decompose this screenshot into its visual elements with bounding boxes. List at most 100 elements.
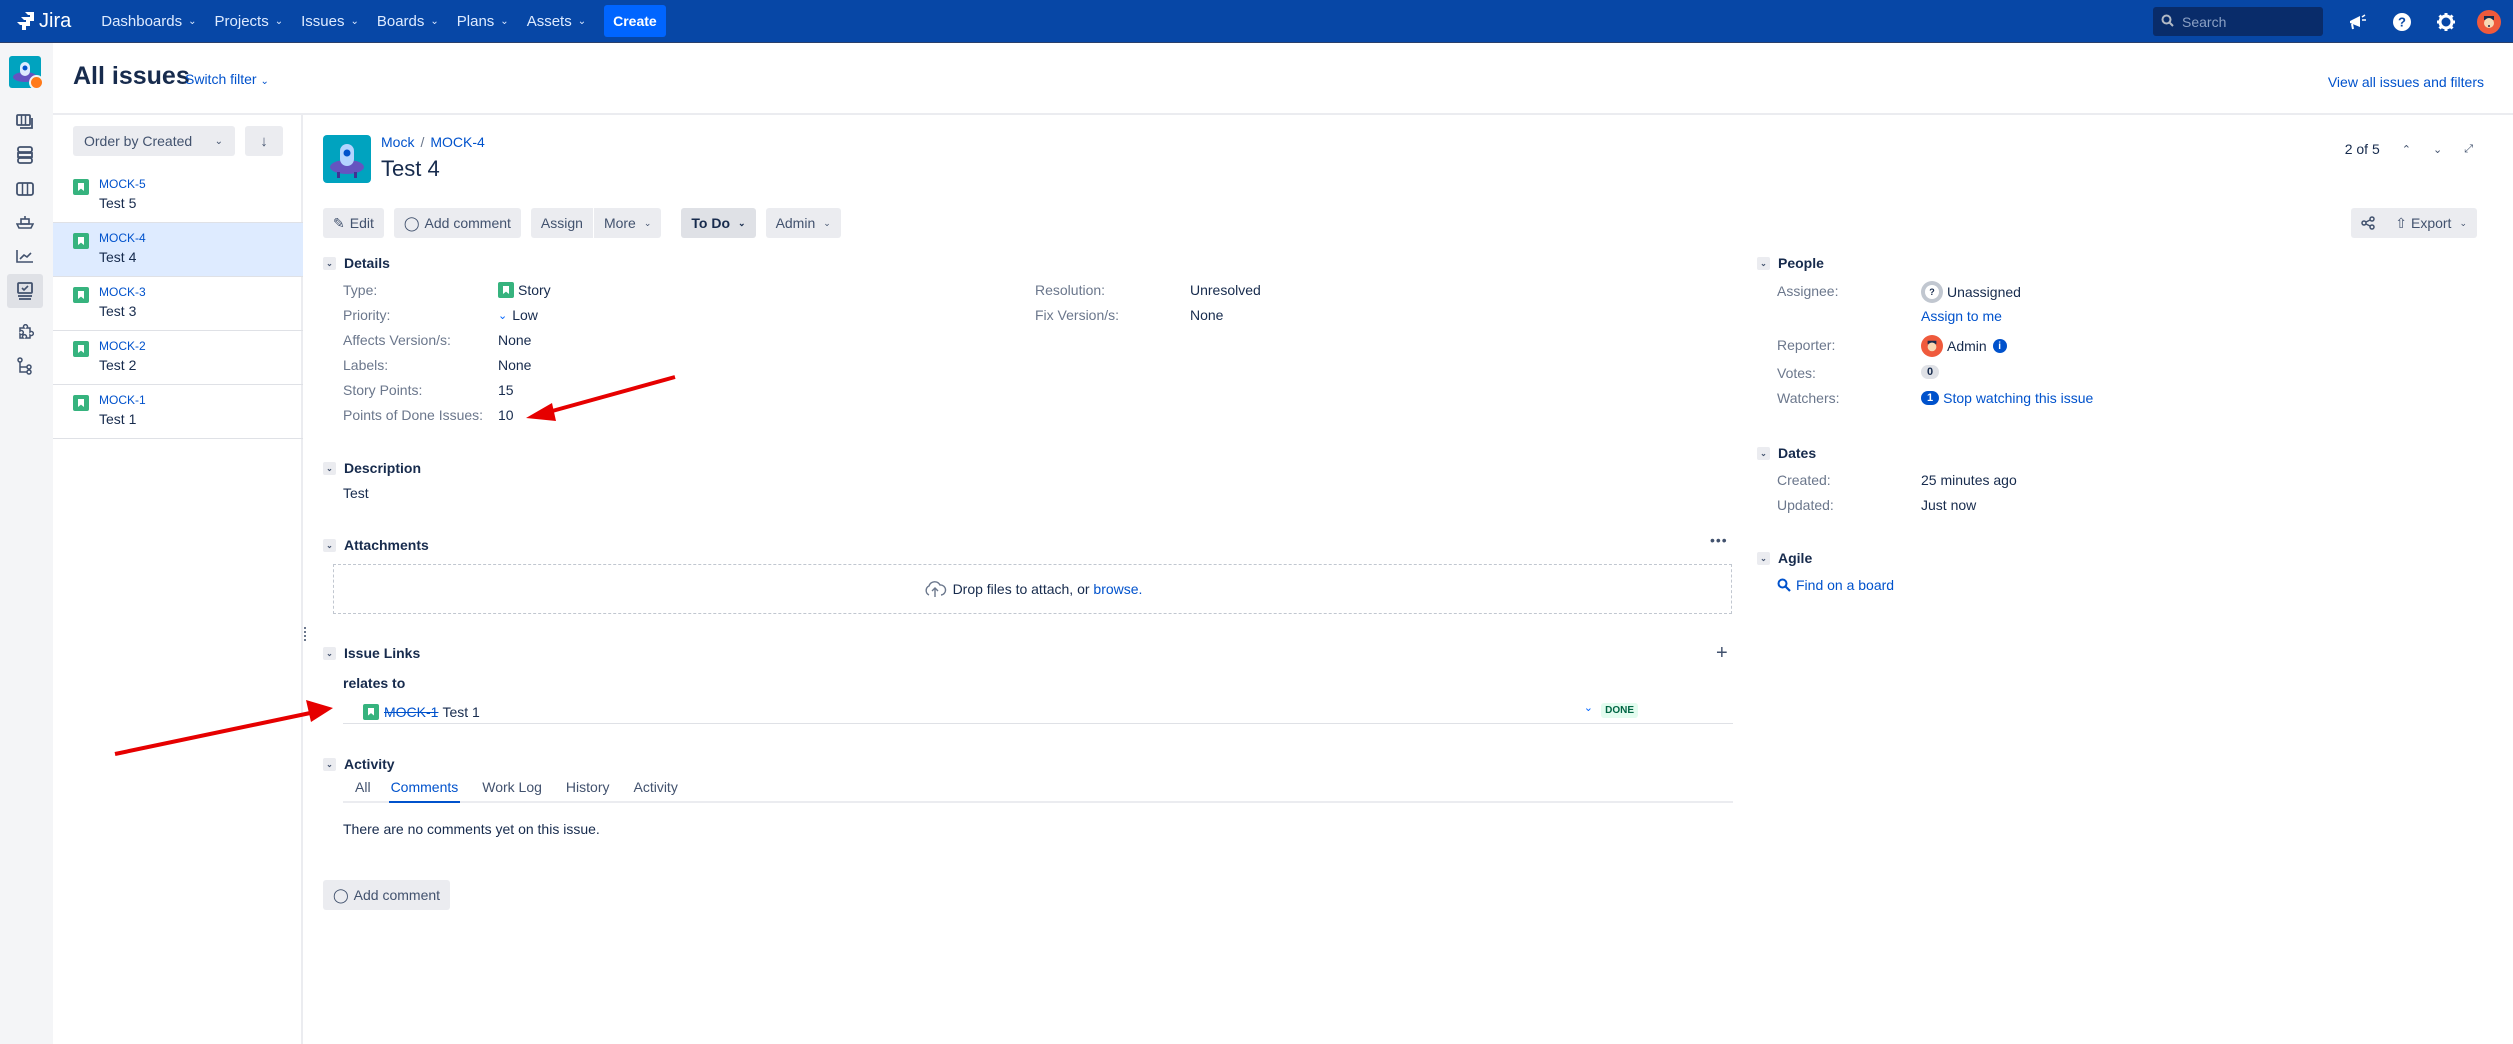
description-text[interactable]: Test bbox=[343, 485, 369, 501]
chevron-down-icon: ⌄ bbox=[323, 461, 336, 475]
field-assignee[interactable]: ? Unassigned bbox=[1921, 281, 2021, 303]
nav-boards[interactable]: Boards ⌄ bbox=[377, 13, 439, 30]
previous-issue-icon[interactable]: ⌃ bbox=[2402, 143, 2411, 156]
nav-issues[interactable]: Issues ⌄ bbox=[301, 13, 359, 30]
chevron-down-icon: ⌄ bbox=[260, 76, 269, 87]
code-icon[interactable] bbox=[10, 351, 40, 381]
export-button[interactable]: ⇧ Export ⌄ bbox=[2385, 208, 2477, 238]
issues-icon[interactable] bbox=[7, 274, 43, 308]
field-watchers[interactable]: 1 Stop watching this issue bbox=[1921, 390, 2093, 406]
field-reporter[interactable]: Admin i bbox=[1921, 335, 2007, 357]
field-story-points[interactable]: 15 bbox=[498, 382, 514, 398]
attachments-section-toggle[interactable]: ⌄ Attachments bbox=[323, 537, 429, 553]
tab-history[interactable]: History bbox=[564, 779, 612, 803]
browse-link[interactable]: browse. bbox=[1093, 581, 1142, 597]
field-votes[interactable]: 0 bbox=[1921, 365, 1940, 379]
notifications-icon[interactable] bbox=[2345, 9, 2371, 35]
more-button[interactable]: More ⌄ bbox=[593, 208, 662, 238]
linked-issue-key[interactable]: MOCK-1 bbox=[384, 704, 438, 720]
field-fix-version: None bbox=[1190, 307, 1224, 323]
field-labels[interactable]: None bbox=[498, 357, 531, 373]
linked-issue-row[interactable]: MOCK-1 Test 1 ⌄ DONE bbox=[343, 700, 1733, 724]
story-icon bbox=[73, 179, 89, 195]
breadcrumb-issue-link[interactable]: MOCK-4 bbox=[430, 134, 484, 150]
issue-list-item[interactable]: MOCK-2 Test 2 bbox=[53, 331, 303, 385]
tab-comments[interactable]: Comments bbox=[388, 779, 461, 803]
details-section-toggle[interactable]: ⌄ Details bbox=[323, 255, 390, 271]
description-section-toggle[interactable]: ⌄ Description bbox=[323, 460, 421, 476]
field-label: Labels: bbox=[343, 357, 389, 373]
agile-section-toggle[interactable]: ⌄ Agile bbox=[1757, 550, 1812, 566]
expand-icon[interactable]: ⤢ bbox=[2464, 143, 2473, 156]
issue-links-section-toggle[interactable]: ⌄ Issue Links bbox=[323, 645, 420, 661]
edit-button[interactable]: ✎ Edit bbox=[323, 208, 384, 238]
field-priority: ⌄ Low bbox=[498, 307, 538, 323]
nav-plans[interactable]: Plans ⌄ bbox=[457, 13, 509, 30]
status-label: To Do bbox=[691, 215, 731, 231]
issue-title[interactable]: Test 4 bbox=[381, 156, 440, 182]
nav-dashboards[interactable]: Dashboards ⌄ bbox=[101, 13, 196, 30]
activity-section-toggle[interactable]: ⌄ Activity bbox=[323, 756, 395, 772]
releases-icon[interactable] bbox=[10, 207, 40, 237]
field-points-of-done-issues[interactable]: 10 bbox=[498, 407, 514, 423]
tab-work-log[interactable]: Work Log bbox=[480, 779, 544, 803]
export-label: Export bbox=[2410, 215, 2452, 231]
breadcrumb-project-link[interactable]: Mock bbox=[381, 134, 414, 150]
issue-list-item-selected[interactable]: MOCK-4 Test 4 bbox=[53, 223, 303, 277]
view-all-issues-link[interactable]: View all issues and filters bbox=[2328, 74, 2484, 90]
page-title: All issues bbox=[73, 62, 190, 90]
status-button[interactable]: To Do ⌄ bbox=[681, 208, 756, 238]
issue-summary: Test 5 bbox=[99, 195, 137, 211]
tab-all[interactable]: All bbox=[353, 779, 373, 803]
switch-filter-button[interactable]: Switch filter ⌄ bbox=[185, 71, 269, 87]
story-icon bbox=[73, 395, 89, 411]
add-comment-label: Add comment bbox=[353, 887, 441, 903]
nav-label: Boards bbox=[376, 12, 425, 30]
admin-button[interactable]: Admin ⌄ bbox=[765, 208, 841, 238]
search-input[interactable]: Search bbox=[2153, 7, 2323, 36]
assign-to-me-link[interactable]: Assign to me bbox=[1921, 308, 2002, 324]
issue-list-item[interactable]: MOCK-1 Test 1 bbox=[53, 385, 303, 439]
people-section-toggle[interactable]: ⌄ People bbox=[1757, 255, 1824, 271]
project-sidebar bbox=[0, 43, 53, 1044]
reports-icon[interactable] bbox=[10, 241, 40, 271]
field-value: Low bbox=[512, 307, 538, 323]
issue-list-panel: Order by Created ⌄ ↓ MOCK-5 Test 5 MOCK-4… bbox=[53, 115, 303, 1044]
info-icon[interactable]: i bbox=[1992, 339, 2007, 353]
sort-direction-button[interactable]: ↓ bbox=[245, 126, 283, 156]
tab-activity[interactable]: Activity bbox=[631, 779, 679, 803]
add-link-icon[interactable]: + bbox=[1716, 642, 1728, 665]
find-on-board-link[interactable]: Find on a board bbox=[1777, 577, 1894, 593]
assign-button[interactable]: Assign bbox=[530, 208, 593, 238]
nav-assets[interactable]: Assets ⌄ bbox=[527, 13, 586, 30]
switch-filter-label: Switch filter bbox=[185, 71, 257, 87]
top-navigation: Jira Dashboards ⌄ Projects ⌄ Issues ⌄ Board… bbox=[0, 0, 2513, 43]
issue-list-item[interactable]: MOCK-5 Test 5 bbox=[53, 169, 303, 223]
nav-label: Dashboards bbox=[101, 12, 183, 30]
order-by-dropdown[interactable]: Order by Created ⌄ bbox=[73, 126, 235, 156]
project-robot-icon bbox=[330, 144, 364, 178]
breadcrumb: Mock / MOCK-4 bbox=[381, 134, 485, 150]
stop-watching-link[interactable]: Stop watching this issue bbox=[1943, 390, 2093, 406]
add-comment-button[interactable]: ◯ Add comment bbox=[393, 208, 521, 238]
profile-avatar[interactable] bbox=[2477, 9, 2501, 34]
attachments-more-icon[interactable]: ••• bbox=[1710, 532, 1728, 548]
next-issue-icon[interactable]: ⌄ bbox=[2433, 143, 2442, 156]
cloud-upload-icon bbox=[925, 581, 946, 597]
create-button[interactable]: Create bbox=[604, 5, 666, 37]
attachment-dropzone[interactable]: Drop files to attach, or browse. bbox=[333, 564, 1732, 614]
issue-list-item[interactable]: MOCK-3 Test 3 bbox=[53, 277, 303, 331]
jira-logo[interactable]: Jira bbox=[16, 10, 71, 33]
settings-icon[interactable] bbox=[2433, 9, 2459, 35]
board-icon[interactable] bbox=[10, 107, 40, 137]
backlog-icon[interactable] bbox=[10, 140, 40, 170]
more-label: More bbox=[603, 215, 636, 231]
components-icon[interactable] bbox=[10, 318, 40, 348]
dates-section-toggle[interactable]: ⌄ Dates bbox=[1757, 445, 1816, 461]
nav-projects[interactable]: Projects ⌄ bbox=[215, 13, 284, 30]
chevron-down-icon: ⌄ bbox=[1757, 446, 1770, 460]
help-icon[interactable]: ? bbox=[2389, 9, 2415, 35]
share-button[interactable] bbox=[2351, 208, 2386, 238]
add-comment-bottom-button[interactable]: ◯ Add comment bbox=[323, 880, 451, 910]
columns-icon[interactable] bbox=[10, 174, 40, 204]
